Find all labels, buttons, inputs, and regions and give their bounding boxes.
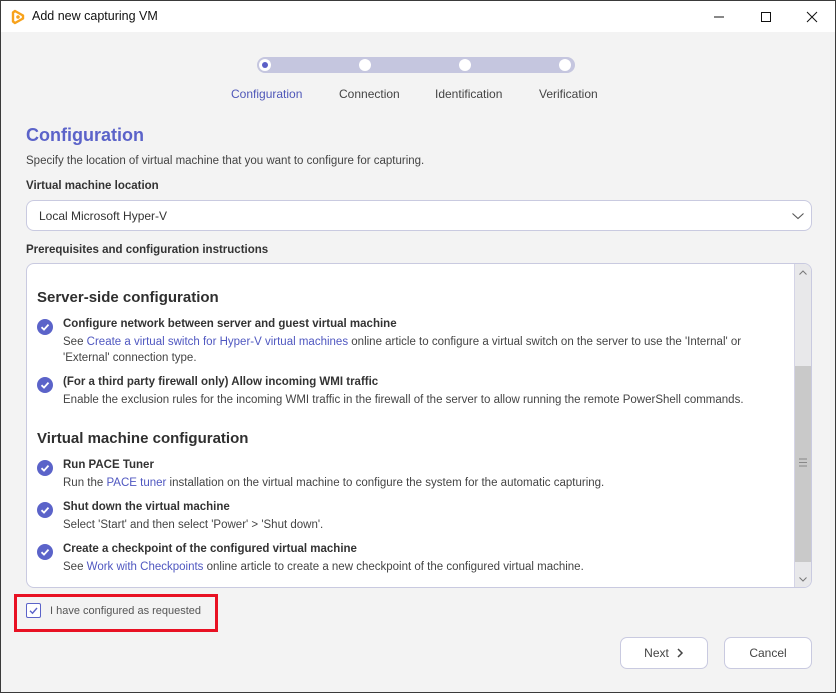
step-label-connection: Connection xyxy=(339,87,400,101)
minimize-icon xyxy=(714,16,724,17)
check-circle-icon xyxy=(37,544,53,560)
close-button[interactable] xyxy=(789,1,835,32)
scroll-thumb[interactable] xyxy=(795,366,811,562)
item-title: Run PACE Tuner xyxy=(63,459,154,471)
step-dot-connection xyxy=(359,59,371,71)
vm-location-label: Virtual machine location xyxy=(26,180,159,192)
item-title: Shut down the virtual machine xyxy=(63,501,230,513)
cancel-label: Cancel xyxy=(749,646,787,660)
scroll-down-button[interactable] xyxy=(795,570,811,587)
chevron-down-icon xyxy=(792,213,804,220)
grip-icon xyxy=(799,458,807,467)
instructions-label: Prerequisites and configuration instruct… xyxy=(26,244,269,256)
app-logo-icon xyxy=(11,9,25,25)
check-circle-icon xyxy=(37,319,53,335)
instructions-panel: Server-side configuration Configure netw… xyxy=(26,263,812,588)
confirm-label[interactable]: I have configured as requested xyxy=(50,605,201,617)
window-title: Add new capturing VM xyxy=(32,9,158,23)
section-title: Server-side configuration xyxy=(37,289,219,306)
item-title: (For a third party firewall only) Allow … xyxy=(63,376,379,388)
item-description: Enable the exclusion rules for the incom… xyxy=(63,394,744,406)
scroll-up-button[interactable] xyxy=(795,264,811,281)
hyper-v-switch-link[interactable]: Create a virtual switch for Hyper-V virt… xyxy=(87,336,348,348)
chevron-up-icon xyxy=(799,269,807,275)
confirm-checkbox[interactable] xyxy=(26,603,41,618)
vm-location-dropdown[interactable]: Local Microsoft Hyper-V xyxy=(26,200,812,231)
pace-tuner-link[interactable]: PACE tuner xyxy=(106,477,166,489)
minimize-button[interactable] xyxy=(696,1,742,32)
title-bar: Add new capturing VM xyxy=(1,1,835,32)
item-description: See Work with Checkpoints online article… xyxy=(63,559,783,575)
step-dot-configuration xyxy=(259,59,271,71)
cancel-button[interactable]: Cancel xyxy=(724,637,812,669)
vertical-scrollbar[interactable] xyxy=(794,264,811,587)
checkpoints-link[interactable]: Work with Checkpoints xyxy=(87,561,204,573)
check-circle-icon xyxy=(37,502,53,518)
dialog-window: Add new capturing VM Configuration Conne… xyxy=(0,0,836,693)
desc-text: See xyxy=(63,336,87,348)
step-label-configuration: Configuration xyxy=(231,87,303,101)
item-description: See Create a virtual switch for Hyper-V … xyxy=(63,334,783,366)
desc-text: Run the xyxy=(63,477,107,489)
page-title: Configuration xyxy=(26,125,144,145)
item-description: Run the PACE tuner installation on the v… xyxy=(63,475,783,491)
desc-text: See xyxy=(63,561,87,573)
next-button[interactable]: Next xyxy=(620,637,708,669)
item-title: Create a checkpoint of the configured vi… xyxy=(63,543,357,555)
check-circle-icon xyxy=(37,377,53,393)
maximize-icon xyxy=(761,11,771,22)
section-title: Virtual machine configuration xyxy=(37,430,249,447)
maximize-button[interactable] xyxy=(743,1,789,32)
stepper-track xyxy=(257,57,575,73)
desc-text: installation on the virtual machine to c… xyxy=(166,477,605,489)
step-label-identification: Identification xyxy=(435,87,503,101)
chevron-right-icon xyxy=(677,648,683,658)
close-icon xyxy=(806,11,818,22)
page-subtitle: Specify the location of virtual machine … xyxy=(26,155,425,167)
step-dot-identification xyxy=(459,59,471,71)
item-description: Select 'Start' and then select 'Power' >… xyxy=(63,519,324,531)
next-label: Next xyxy=(644,646,669,660)
desc-text: online article to create a new checkpoin… xyxy=(203,561,584,573)
vm-location-value: Local Microsoft Hyper-V xyxy=(39,209,168,223)
step-label-verification: Verification xyxy=(539,87,598,101)
check-circle-icon xyxy=(37,460,53,476)
item-title: Configure network between server and gue… xyxy=(63,318,397,330)
step-dot-verification xyxy=(559,59,571,71)
chevron-down-icon xyxy=(799,576,807,582)
instructions-content: Server-side configuration Configure netw… xyxy=(27,264,793,587)
checkmark-icon xyxy=(29,607,38,615)
